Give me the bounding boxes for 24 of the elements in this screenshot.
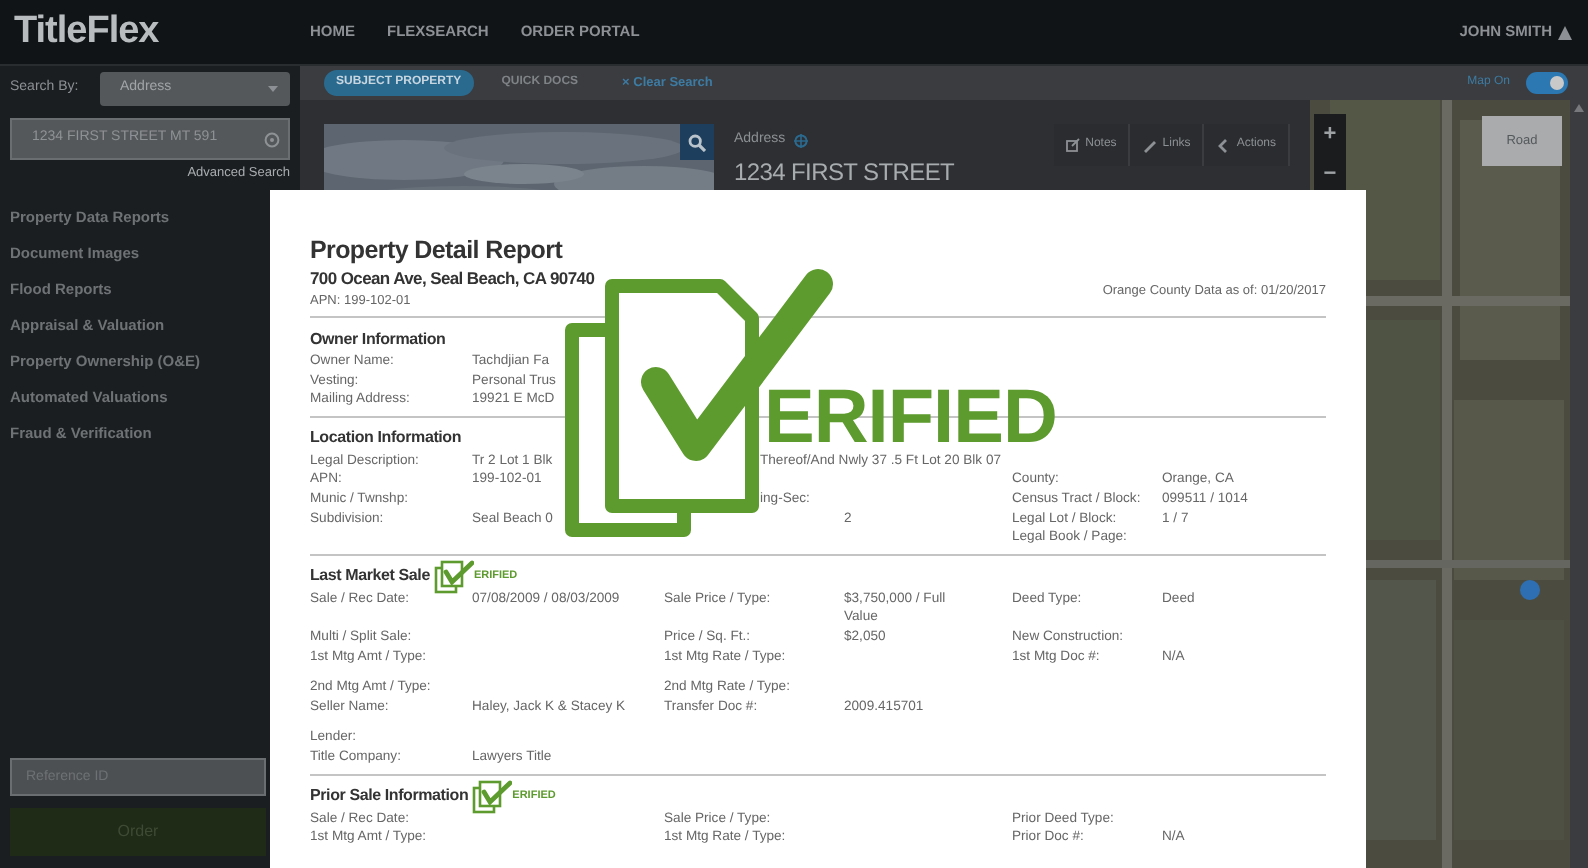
section-title: Location Information	[310, 426, 462, 451]
section-title: Prior Sale Information	[310, 784, 469, 808]
verified-icon	[472, 779, 513, 813]
user-icon	[1558, 25, 1572, 39]
verified-icon	[433, 559, 474, 594]
pencil-icon	[1142, 137, 1159, 153]
target-icon	[793, 133, 808, 148]
section-title: Owner Information	[310, 327, 446, 351]
report-address: 700 Ocean Ave, Seal Beach, CA 90740	[310, 266, 595, 292]
search-icon	[688, 133, 706, 151]
section-title: Last Market Sale	[310, 564, 430, 589]
zoom-out-button[interactable]: −	[1314, 154, 1346, 194]
map-toggle[interactable]	[1526, 72, 1568, 94]
scroll-up-icon	[1574, 104, 1584, 112]
report-title: Property Detail Report	[310, 234, 565, 266]
verified-logo-text: ERIFIED	[764, 388, 1057, 448]
search-button[interactable]	[680, 124, 714, 160]
app-logo: TitleFlex	[14, 7, 161, 56]
zoom-in-button[interactable]: +	[1314, 114, 1346, 154]
notes-icon	[1065, 137, 1082, 153]
caret-icon	[268, 86, 278, 92]
chevron-left-icon	[1216, 137, 1233, 153]
property-address: 1234 FIRST STREET	[734, 155, 955, 189]
clear-icon	[264, 131, 280, 147]
